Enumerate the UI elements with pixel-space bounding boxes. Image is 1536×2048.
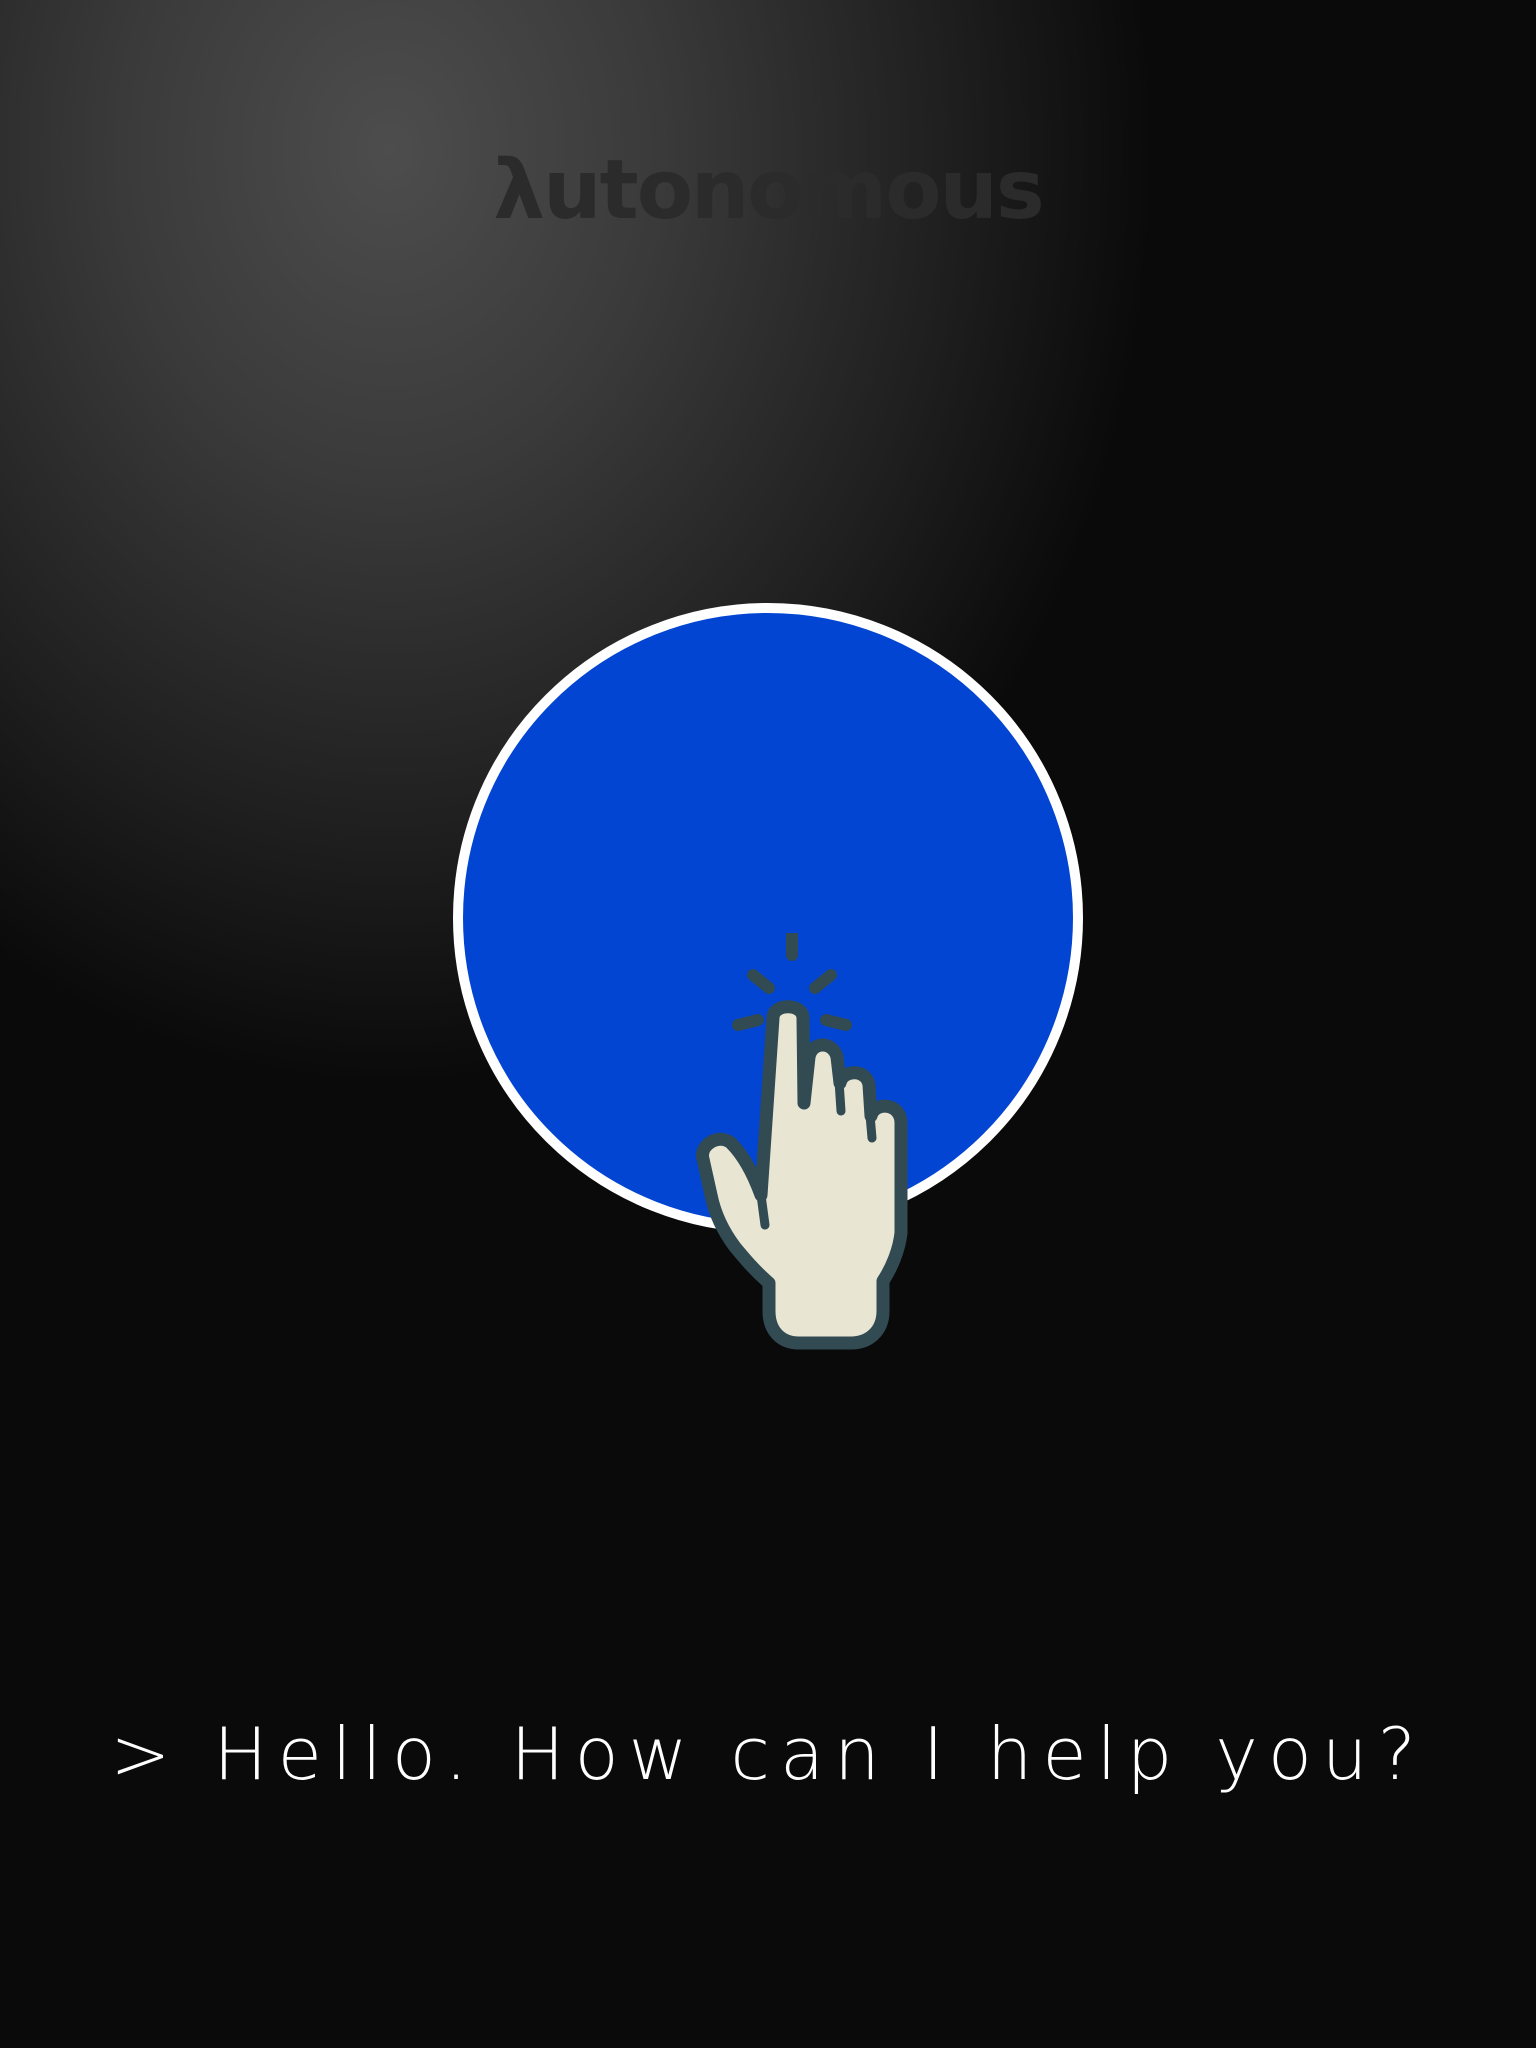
- assistant-greeting: > Hello. How can I help you?: [110, 1712, 1426, 1796]
- assistant-screen: λutonomous > Hello. How can I help you?: [0, 0, 1536, 2048]
- voice-activate-button[interactable]: [453, 603, 1083, 1350]
- brand-logo: λutonomous: [493, 143, 1044, 238]
- tap-pointer-icon: [696, 933, 908, 1350]
